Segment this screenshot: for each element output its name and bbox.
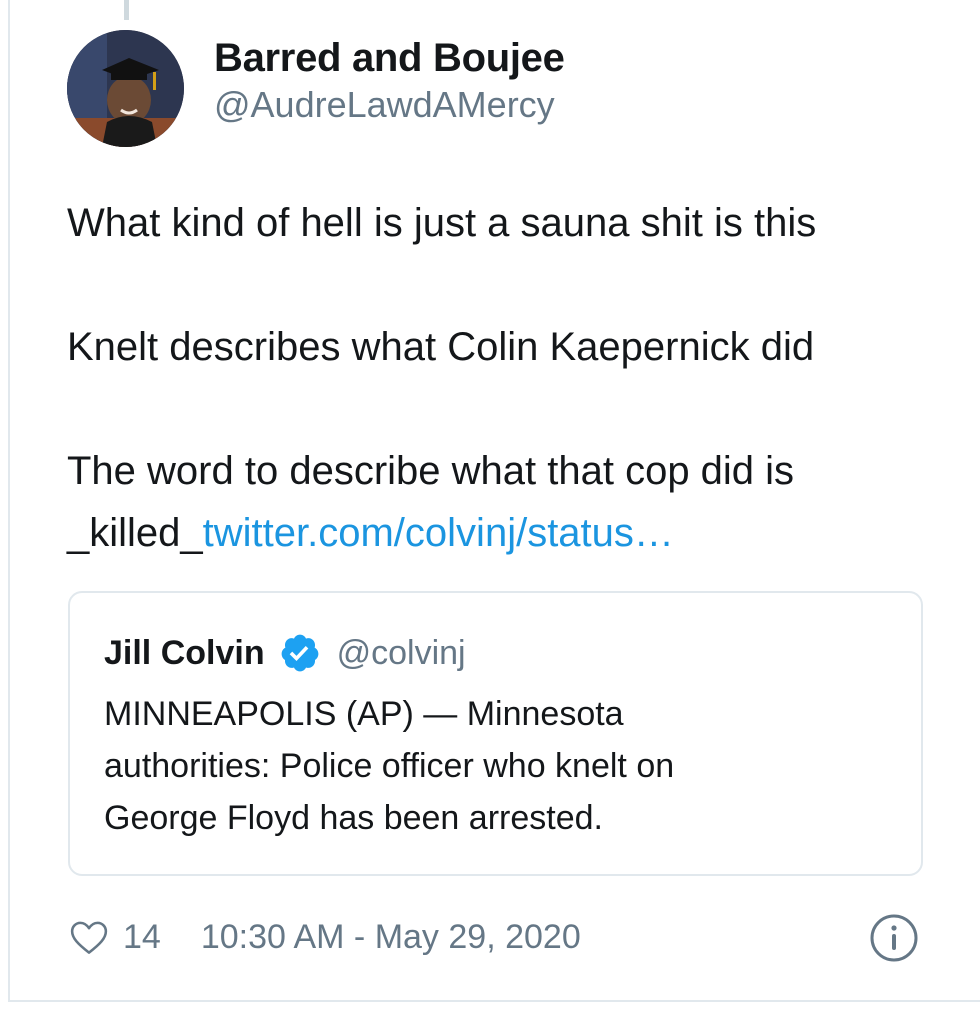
quoted-text-line: George Floyd has been arrested. (104, 799, 603, 837)
heart-icon[interactable] (67, 915, 111, 959)
author-name[interactable]: Barred and Boujee (214, 36, 565, 81)
tweet-timestamp[interactable]: 10:30 AM - May 29, 2020 (201, 918, 581, 957)
author-avatar[interactable] (67, 30, 184, 147)
quoted-text-line: authorities: Police officer who knelt on (104, 747, 675, 785)
quoted-tweet-card[interactable]: Jill Colvin @colvinj MINNEAPOLIS (AP) — … (68, 591, 923, 876)
tweet-text-line: The word to describe what that cop did i… (67, 449, 795, 493)
quoted-text-line: MINNEAPOLIS (AP) — Minnesota (104, 695, 624, 733)
quoted-author-name: Jill Colvin (104, 633, 265, 672)
tweet-footer: 14 10:30 AM - May 29, 2020 (67, 912, 581, 962)
tweet-text-fragment: _killed_ (67, 511, 203, 555)
card-divider (8, 1000, 980, 1002)
quoted-author-handle: @colvinj (336, 633, 466, 672)
quoted-tweet-link[interactable]: twitter.com/colvinj/status… (203, 511, 674, 555)
quoted-tweet-header: Jill Colvin @colvinj (104, 631, 466, 675)
thread-connector-line (124, 0, 129, 20)
tweet-text-line: Knelt describes what Colin Kaepernick di… (67, 325, 815, 369)
info-icon[interactable] (868, 912, 920, 964)
quoted-tweet-text: MINNEAPOLIS (AP) — Minnesota authorities… (104, 688, 894, 844)
tweet-text-line: What kind of hell is just a sauna shit i… (67, 201, 817, 245)
verified-badge-icon (279, 632, 321, 674)
author-handle[interactable]: @AudreLawdAMercy (214, 84, 555, 126)
like-count: 14 (123, 917, 161, 956)
avatar-image (67, 30, 184, 147)
tweet-body: What kind of hell is just a sauna shit i… (67, 192, 947, 564)
tweet-text-line: _killed_twitter.com/colvinj/status… (67, 502, 947, 564)
